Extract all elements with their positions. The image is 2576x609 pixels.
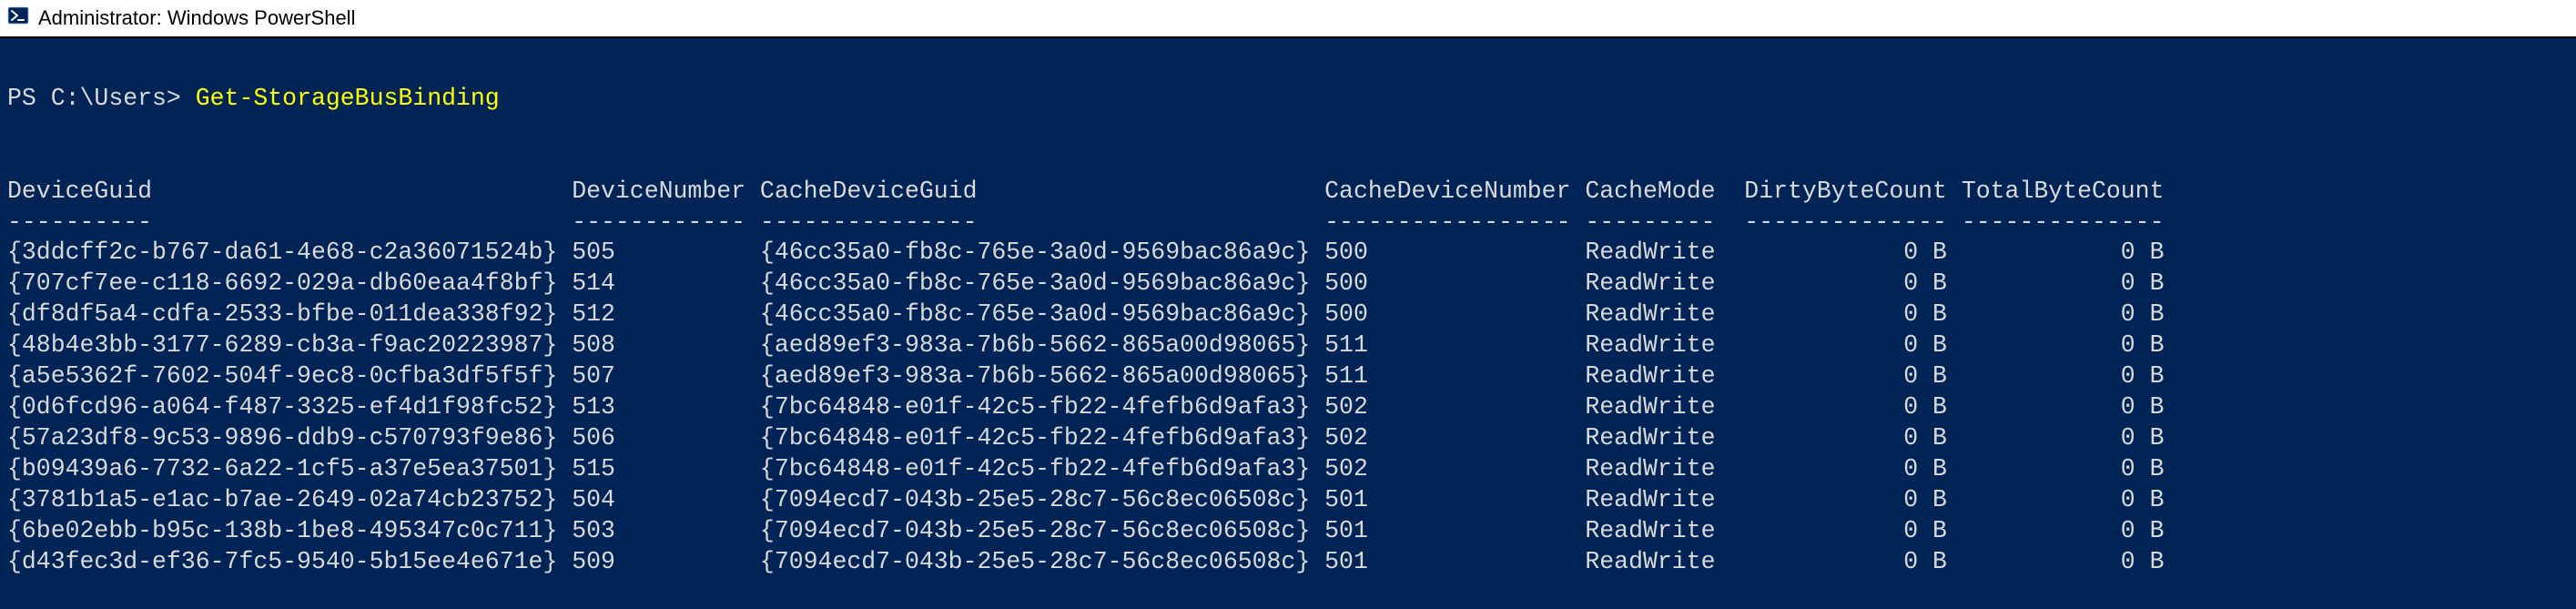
table-row: {b09439a6-7732-6a22-1cf5-a37e5ea37501} 5…: [7, 454, 2569, 485]
table-row: {57a23df8-9c53-9896-ddb9-c570793f9e86} 5…: [7, 423, 2569, 454]
powershell-icon: [7, 5, 38, 32]
window-title: Administrator: Windows PowerShell: [38, 6, 355, 30]
table-row: {3ddcff2c-b767-da61-4e68-c2a36071524b} 5…: [7, 238, 2569, 269]
command-text: Get-StorageBusBinding: [196, 85, 500, 112]
prompt-line: PS C:\Users> Get-StorageBusBinding: [7, 85, 500, 112]
table-header-row: DeviceGuid DeviceNumber CacheDeviceGuid …: [7, 177, 2569, 208]
table-row: {48b4e3bb-3177-6289-cb3a-f9ac20223987} 5…: [7, 330, 2569, 361]
table-row: {a5e5362f-7602-504f-9ec8-0cfba3df5f5f} 5…: [7, 361, 2569, 392]
prompt-text: PS C:\Users>: [7, 85, 181, 112]
table-row: {d43fec3d-ef36-7fc5-9540-5b15ee4e671e} 5…: [7, 547, 2569, 578]
table-row: {df8df5a4-cdfa-2533-bfbe-011dea338f92} 5…: [7, 299, 2569, 330]
terminal-body[interactable]: PS C:\Users> Get-StorageBusBinding Devic…: [0, 38, 2576, 584]
window-titlebar[interactable]: Administrator: Windows PowerShell: [0, 0, 2576, 38]
table-row: {6be02ebb-b95c-138b-1be8-495347c0c711} 5…: [7, 516, 2569, 547]
table-row: {0d6fcd96-a064-f487-3325-ef4d1f98fc52} 5…: [7, 392, 2569, 423]
table-row: {3781b1a5-e1ac-b7ae-2649-02a74cb23752} 5…: [7, 485, 2569, 516]
table-dash-row: ---------- ------------ --------------- …: [7, 208, 2569, 239]
table-row: {707cf7ee-c118-6692-029a-db60eaa4f8bf} 5…: [7, 269, 2569, 299]
